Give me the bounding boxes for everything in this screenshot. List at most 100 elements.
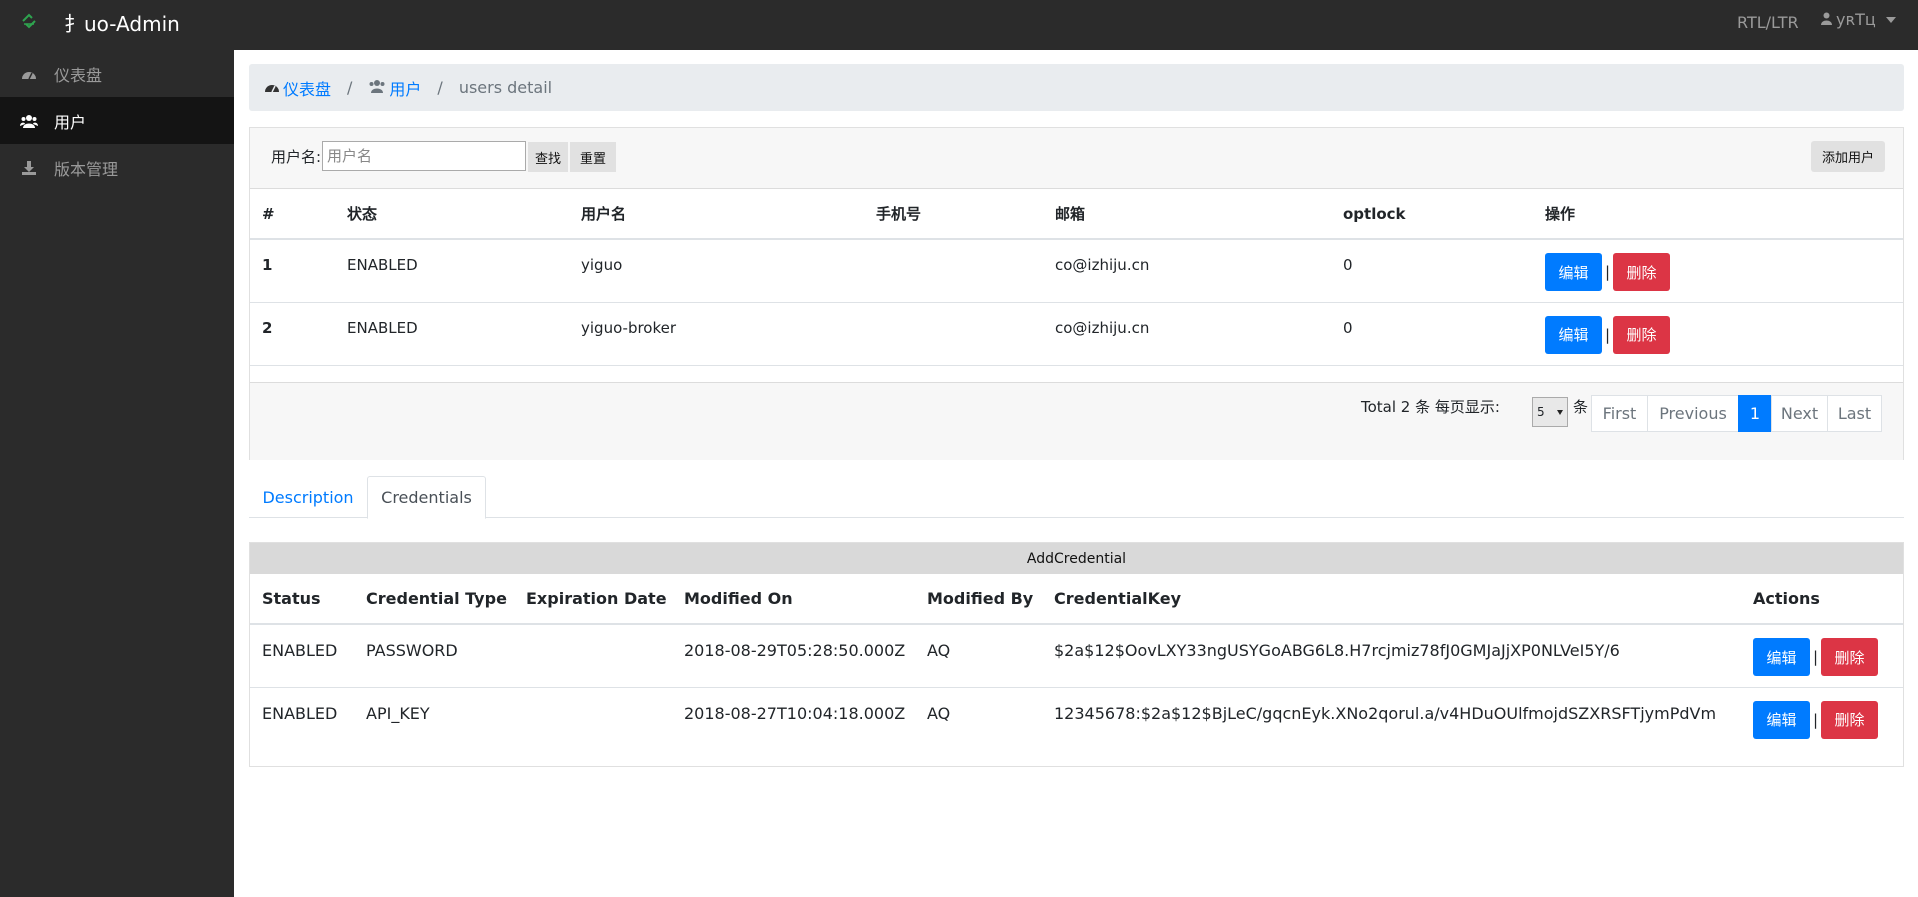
users-card: 用户名: 查找 重置 添加用户 # 状态 用户名 手机号 邮箱 optlock …	[249, 127, 1904, 460]
users-icon	[20, 113, 38, 129]
cell-actions: 编辑 | 删除	[1741, 624, 1903, 688]
cell-phone	[864, 239, 1043, 303]
breadcrumb-separator: /	[347, 78, 353, 97]
cell-modified-on: 2018-08-27T10:04:18.000Z	[684, 703, 906, 723]
add-user-button[interactable]: 添加用户	[1811, 141, 1885, 172]
chevron-down-icon	[1557, 410, 1563, 415]
sidebar: 仪表盘 用户 版本管理	[0, 50, 234, 897]
top-navbar: ⺘uo-Admin RTL/LTR yʀТц	[0, 0, 1918, 50]
breadcrumb-users-link[interactable]: 用户	[368, 76, 421, 100]
sidebar-item-label: 用户	[54, 112, 87, 132]
delete-button[interactable]: 删除	[1613, 253, 1671, 291]
delete-button[interactable]: 删除	[1821, 638, 1879, 676]
column-header: Modified On	[672, 574, 915, 625]
detail-tabs: Description Credentials	[249, 476, 1904, 519]
breadcrumb-separator: /	[437, 78, 443, 97]
breadcrumb-current: users detail	[458, 78, 553, 97]
users-icon	[368, 78, 386, 97]
cell-credential-key: 12345678:$2a$12$BjLeC/gqcnEyk.XNo2qorul.…	[1054, 703, 1717, 723]
user-name: yʀТц	[1836, 10, 1876, 29]
page-previous[interactable]: Previous	[1647, 395, 1739, 432]
cell-status: ENABLED	[335, 239, 569, 303]
main-content: 仪表盘 / 用户 / users detail 用户名: 查找 重置 添加用户 …	[234, 50, 1918, 897]
table-header-row: Status Credential Type Expiration Date M…	[250, 574, 1903, 625]
delete-button[interactable]: 删除	[1821, 700, 1879, 739]
app-title[interactable]: ⺘uo-Admin	[64, 8, 180, 37]
edit-button[interactable]: 编辑	[1753, 638, 1810, 676]
tab-credentials[interactable]: Credentials	[367, 476, 486, 519]
edit-button[interactable]: 编辑	[1545, 315, 1602, 354]
logo-icon[interactable]	[20, 12, 38, 30]
edit-button[interactable]: 编辑	[1545, 253, 1602, 291]
cell-credential-key: $2a$12$OovLXY33ngUSYGoABG6L8.H7rcjmiz78f…	[1042, 624, 1741, 688]
pagination-bar: Total 2 条 每页显示: 5 条 First Previous 1 Nex…	[250, 382, 1903, 460]
separator: |	[1605, 263, 1611, 281]
users-table: # 状态 用户名 手机号 邮箱 optlock 操作 1 ENABLED yig…	[250, 189, 1903, 366]
search-button[interactable]: 查找	[528, 142, 568, 172]
column-header: Expiration Date	[514, 574, 672, 625]
separator: |	[1813, 648, 1819, 666]
page-last[interactable]: Last	[1827, 395, 1882, 432]
delete-button[interactable]: 删除	[1613, 315, 1671, 354]
credentials-table: Status Credential Type Expiration Date M…	[250, 574, 1903, 750]
column-header: CredentialKey	[1042, 574, 1741, 625]
page-first[interactable]: First	[1591, 395, 1648, 432]
pagination: First Previous 1 Next Last	[1591, 395, 1882, 432]
user-menu[interactable]: yʀТц	[1821, 10, 1896, 29]
cell-modified-by: AQ	[915, 624, 1042, 688]
column-header: 手机号	[864, 189, 1043, 240]
breadcrumb-dashboard-link[interactable]: 仪表盘	[264, 76, 331, 100]
column-header: #	[250, 189, 335, 240]
cell-credential-type: PASSWORD	[354, 624, 514, 688]
user-icon	[1821, 10, 1832, 29]
add-credential-button[interactable]: AddCredential	[250, 543, 1903, 574]
table-row: ENABLED API_KEY 2018-08-27T10:04:18.000Z…	[250, 687, 1903, 750]
column-header: 操作	[1533, 189, 1903, 240]
username-filter-label: 用户名:	[271, 148, 322, 166]
cell-email: co@izhiju.cn	[1043, 302, 1331, 366]
sidebar-item-users[interactable]: 用户	[0, 97, 234, 144]
cell-status: ENABLED	[262, 703, 338, 723]
page-next[interactable]: Next	[1771, 395, 1828, 432]
page-size-unit: 条	[1573, 398, 1589, 416]
rtl-ltr-toggle[interactable]: RTL/LTR	[1737, 13, 1799, 32]
cell-actions: 编辑 | 删除	[1741, 687, 1903, 750]
cell-optlock: 0	[1331, 302, 1533, 366]
cell-actions: 编辑 | 删除	[1533, 239, 1903, 303]
separator: |	[1813, 710, 1819, 729]
cell-email: co@izhiju.cn	[1043, 239, 1331, 303]
cell-expiration-date	[514, 624, 672, 688]
column-header: 邮箱	[1043, 189, 1331, 240]
page-current[interactable]: 1	[1738, 395, 1772, 432]
cell-id: 1	[250, 239, 335, 303]
sidebar-item-label: 版本管理	[54, 159, 119, 179]
dashboard-icon	[264, 78, 280, 97]
table-header-row: # 状态 用户名 手机号 邮箱 optlock 操作	[250, 189, 1903, 240]
sidebar-item-versions[interactable]: 版本管理	[0, 144, 234, 191]
total-count-text: Total 2 条 每页显示:	[1361, 398, 1500, 416]
table-row: 2 ENABLED yiguo-broker co@izhiju.cn 0 编辑…	[250, 302, 1903, 366]
column-header: 用户名	[569, 189, 864, 240]
sidebar-item-dashboard[interactable]: 仪表盘	[0, 50, 234, 97]
column-header: Actions	[1741, 574, 1903, 625]
page-size-select[interactable]: 5	[1532, 397, 1568, 427]
reset-button[interactable]: 重置	[570, 142, 616, 172]
credentials-panel: AddCredential Status Credential Type Exp…	[249, 542, 1904, 767]
breadcrumb: 仪表盘 / 用户 / users detail	[249, 64, 1904, 111]
dashboard-icon	[20, 66, 38, 82]
cell-expiration-date	[514, 687, 672, 750]
separator: |	[1605, 325, 1611, 344]
username-search-input[interactable]	[322, 141, 526, 171]
cell-modified-by: AQ	[927, 703, 951, 723]
cell-status: ENABLED	[250, 624, 354, 688]
chevron-down-icon	[1885, 16, 1896, 23]
cell-status: ENABLED	[335, 302, 569, 366]
table-row: 1 ENABLED yiguo co@izhiju.cn 0 编辑 | 删除	[250, 239, 1903, 303]
column-header: 状态	[335, 189, 569, 240]
tab-description[interactable]: Description	[249, 476, 367, 518]
column-header: Credential Type	[354, 574, 514, 625]
cell-id: 2	[250, 302, 335, 366]
download-icon	[20, 160, 38, 176]
cell-modified-on: 2018-08-29T05:28:50.000Z	[672, 624, 915, 688]
edit-button[interactable]: 编辑	[1753, 700, 1810, 739]
